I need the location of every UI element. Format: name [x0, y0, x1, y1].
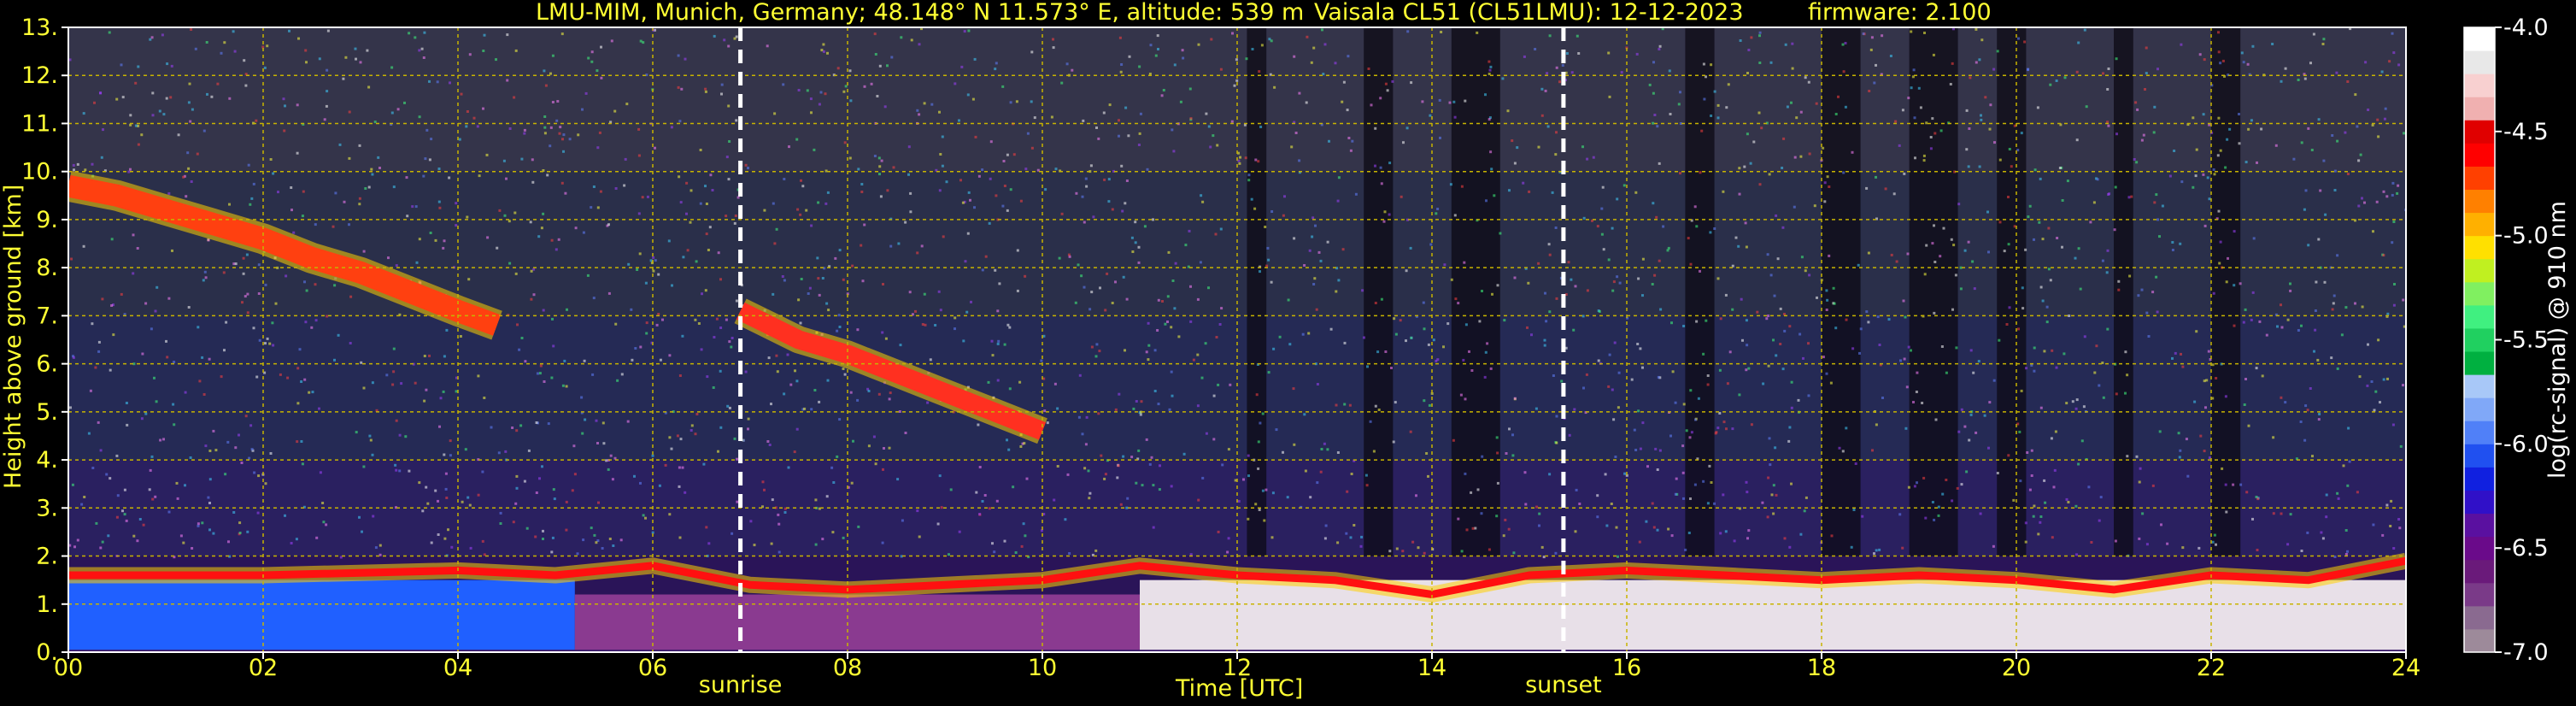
y-tick-label: 3. — [36, 495, 58, 521]
colorbar-segment — [2464, 120, 2495, 144]
colorbar-tick-label: -4.5 — [2503, 119, 2549, 145]
colorbar: -4.0 -4.5 -5.0 -5.5 -6.0 -6.5 -7.0 — [2463, 15, 2549, 666]
colorbar-segment — [2464, 467, 2495, 491]
colorbar-tick-label: -6.5 — [2503, 535, 2549, 562]
x-tick-label: 18 — [1807, 655, 1836, 681]
chart-title-instrument: Vaisala CL51 (CL51LMU): 12-12-2023 — [1314, 0, 1744, 26]
y-axis-ticks: 0.1.2.3.4.5.6.7.8.9.10.11.12.13. — [21, 15, 68, 666]
y-tick-label: 8. — [36, 255, 58, 281]
y-tick-label: 10. — [21, 159, 58, 185]
backscatter-heatmap — [68, 27, 2406, 652]
chart-title-station: LMU-MIM, Munich, Germany; 48.148° N 11.5… — [536, 0, 1304, 26]
y-tick-label: 11. — [21, 110, 58, 137]
y-tick-label: 9. — [36, 207, 58, 233]
colorbar-segment — [2464, 559, 2495, 584]
y-tick-label: 4. — [36, 447, 58, 474]
colorbar-segment — [2464, 513, 2495, 538]
colorbar-segment — [2464, 189, 2495, 214]
colorbar-segment — [2464, 143, 2495, 167]
colorbar-segment — [2464, 628, 2495, 653]
y-tick-label: 1. — [36, 591, 58, 618]
x-tick-label: 16 — [1612, 655, 1641, 681]
colorbar-segment — [2464, 444, 2495, 468]
y-tick-label: 5. — [36, 399, 58, 426]
aerosol-layer-midday — [574, 594, 1140, 650]
sunset-label: sunset — [1525, 672, 1602, 698]
x-tick-label: 14 — [1417, 655, 1446, 681]
colorbar-segment — [2464, 582, 2495, 607]
colorbar-segment — [2464, 397, 2495, 421]
colorbar-segment — [2464, 327, 2495, 352]
y-tick-label: 7. — [36, 303, 58, 329]
colorbar-tick-label: -5.5 — [2503, 327, 2549, 354]
chart-title-firmware: firmware: 2.100 — [1808, 0, 1992, 26]
colorbar-tick-label: -5.0 — [2503, 223, 2549, 250]
colorbar-segment — [2464, 421, 2495, 444]
colorbar-segment — [2464, 351, 2495, 375]
y-axis-label: Height above ground [km] — [0, 185, 26, 489]
x-axis-label: Time [UTC] — [1175, 675, 1303, 702]
colorbar-tick-label: -6.0 — [2503, 431, 2549, 457]
dark-stripe-7 — [2114, 27, 2133, 556]
x-tick-label: 24 — [2391, 655, 2421, 681]
y-tick-label: 13. — [21, 15, 58, 41]
x-tick-label: 00 — [54, 655, 83, 681]
colorbar-segment — [2464, 374, 2495, 398]
dark-stripe-2 — [1451, 27, 1500, 556]
colorbar-segment — [2464, 97, 2495, 121]
colorbar-segment — [2464, 258, 2495, 283]
y-tick-label: 2. — [36, 544, 58, 570]
colorbar-tick-label: -4.0 — [2503, 15, 2549, 41]
colorbar-tick-label: -7.0 — [2503, 639, 2549, 666]
colorbar-segment — [2464, 50, 2495, 74]
x-tick-label: 08 — [833, 655, 862, 681]
x-tick-label: 10 — [1028, 655, 1057, 681]
x-tick-label: 20 — [2002, 655, 2031, 681]
dark-stripe-3 — [1685, 27, 1715, 556]
dark-stripe-1 — [1364, 27, 1394, 556]
x-tick-label: 02 — [249, 655, 278, 681]
y-tick-label: 12. — [21, 62, 58, 89]
colorbar-segment — [2464, 27, 2495, 51]
colorbar-segment — [2464, 212, 2495, 237]
sunrise-label: sunrise — [699, 672, 783, 698]
x-tick-label: 06 — [638, 655, 667, 681]
colorbar-segment — [2464, 281, 2495, 306]
ceilometer-chart: LMU-MIM, Munich, Germany; 48.148° N 11.5… — [0, 0, 2571, 702]
colorbar-label: log(rc-signal) @ 910 nm — [2544, 201, 2571, 479]
aerosol-layer-morning — [68, 580, 575, 650]
colorbar-segment — [2464, 74, 2495, 97]
colorbar-segment — [2464, 605, 2495, 630]
y-tick-label: 6. — [36, 351, 58, 378]
colorbar-segment — [2464, 304, 2495, 329]
x-tick-label: 04 — [443, 655, 472, 681]
dark-stripe-6 — [1997, 27, 2027, 556]
colorbar-segment — [2464, 235, 2495, 260]
dark-stripe-8 — [2211, 27, 2241, 556]
colorbar-segment — [2464, 490, 2495, 515]
colorbar-segment — [2464, 166, 2495, 191]
dark-stripe-5 — [1909, 27, 1958, 556]
colorbar-segment — [2464, 536, 2495, 561]
x-tick-label: 22 — [2197, 655, 2226, 681]
low-cloud-layer-afternoon — [1140, 580, 2406, 650]
